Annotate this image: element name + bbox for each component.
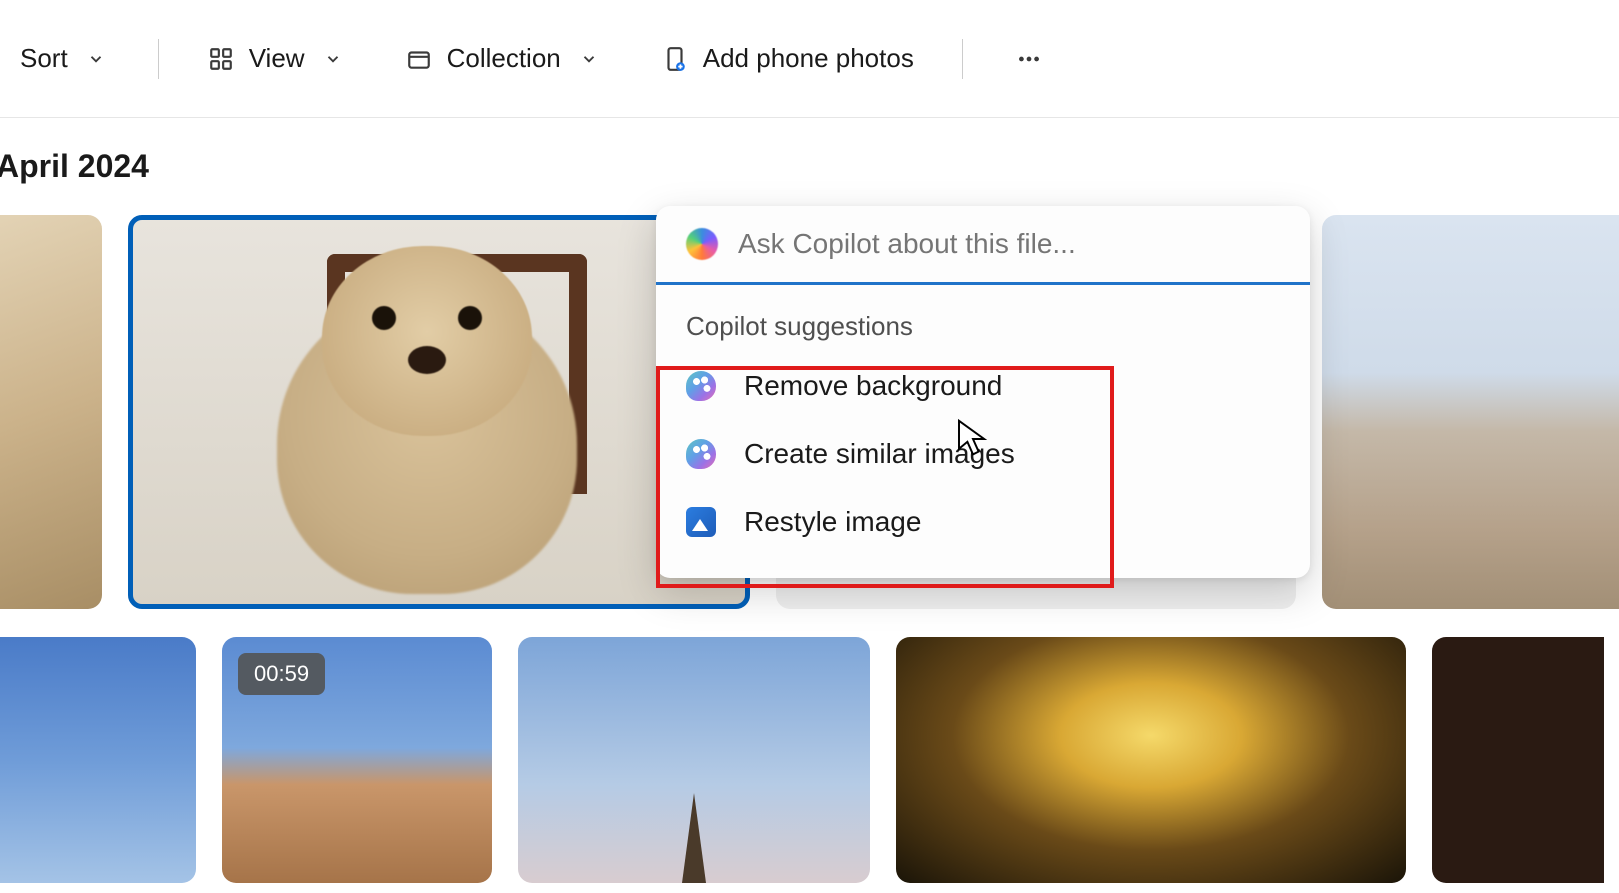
separator bbox=[158, 39, 159, 79]
add-phone-photos-button[interactable]: Add phone photos bbox=[651, 35, 924, 82]
sort-label: Sort bbox=[20, 43, 68, 74]
sort-button[interactable]: Sort bbox=[10, 35, 120, 82]
copilot-panel: Copilot suggestions Remove background Cr… bbox=[656, 206, 1310, 578]
chevron-down-icon bbox=[82, 45, 110, 73]
suggestion-label: Restyle image bbox=[744, 506, 921, 538]
phone-add-icon bbox=[661, 45, 689, 73]
more-button[interactable] bbox=[1001, 37, 1057, 81]
copilot-suggestions-label: Copilot suggestions bbox=[656, 285, 1310, 352]
suggestion-label: Create similar images bbox=[744, 438, 1015, 470]
collection-icon bbox=[405, 45, 433, 73]
suggestion-restyle-image[interactable]: Restyle image bbox=[656, 488, 1310, 556]
suggestion-label: Remove background bbox=[744, 370, 1002, 402]
more-horizontal-icon bbox=[1011, 45, 1047, 73]
suggestion-remove-background[interactable]: Remove background bbox=[656, 352, 1310, 420]
collection-label: Collection bbox=[447, 43, 561, 74]
restyle-icon bbox=[686, 507, 716, 537]
toolbar: Sort View Collection Add phone photos bbox=[0, 0, 1619, 118]
chevron-down-icon bbox=[575, 45, 603, 73]
copilot-search-input[interactable] bbox=[738, 228, 1280, 260]
photo-thumbnail[interactable] bbox=[0, 215, 102, 609]
copilot-suggestions-list: Remove background Create similar images … bbox=[656, 352, 1310, 578]
palette-icon bbox=[686, 439, 716, 469]
video-thumbnail[interactable]: 00:59 bbox=[222, 637, 492, 883]
view-label: View bbox=[249, 43, 305, 74]
video-duration-badge: 00:59 bbox=[238, 653, 325, 695]
photo-thumbnail[interactable] bbox=[518, 637, 870, 883]
copilot-input-row bbox=[656, 206, 1310, 285]
palette-icon bbox=[686, 371, 716, 401]
chevron-down-icon bbox=[319, 45, 347, 73]
copilot-icon bbox=[686, 228, 718, 260]
suggestion-create-similar[interactable]: Create similar images bbox=[656, 420, 1310, 488]
grid-view-icon bbox=[207, 45, 235, 73]
photo-thumbnail[interactable] bbox=[896, 637, 1406, 883]
photo-thumbnail[interactable] bbox=[0, 637, 196, 883]
view-button[interactable]: View bbox=[197, 35, 357, 82]
collection-button[interactable]: Collection bbox=[395, 35, 613, 82]
photo-thumbnail[interactable] bbox=[1322, 215, 1619, 609]
photo-thumbnail[interactable] bbox=[1432, 637, 1604, 883]
add-phone-label: Add phone photos bbox=[703, 43, 914, 74]
separator bbox=[962, 39, 963, 79]
photo-row: 00:59 bbox=[0, 637, 1619, 883]
date-heading: April 2024 bbox=[0, 148, 1619, 185]
